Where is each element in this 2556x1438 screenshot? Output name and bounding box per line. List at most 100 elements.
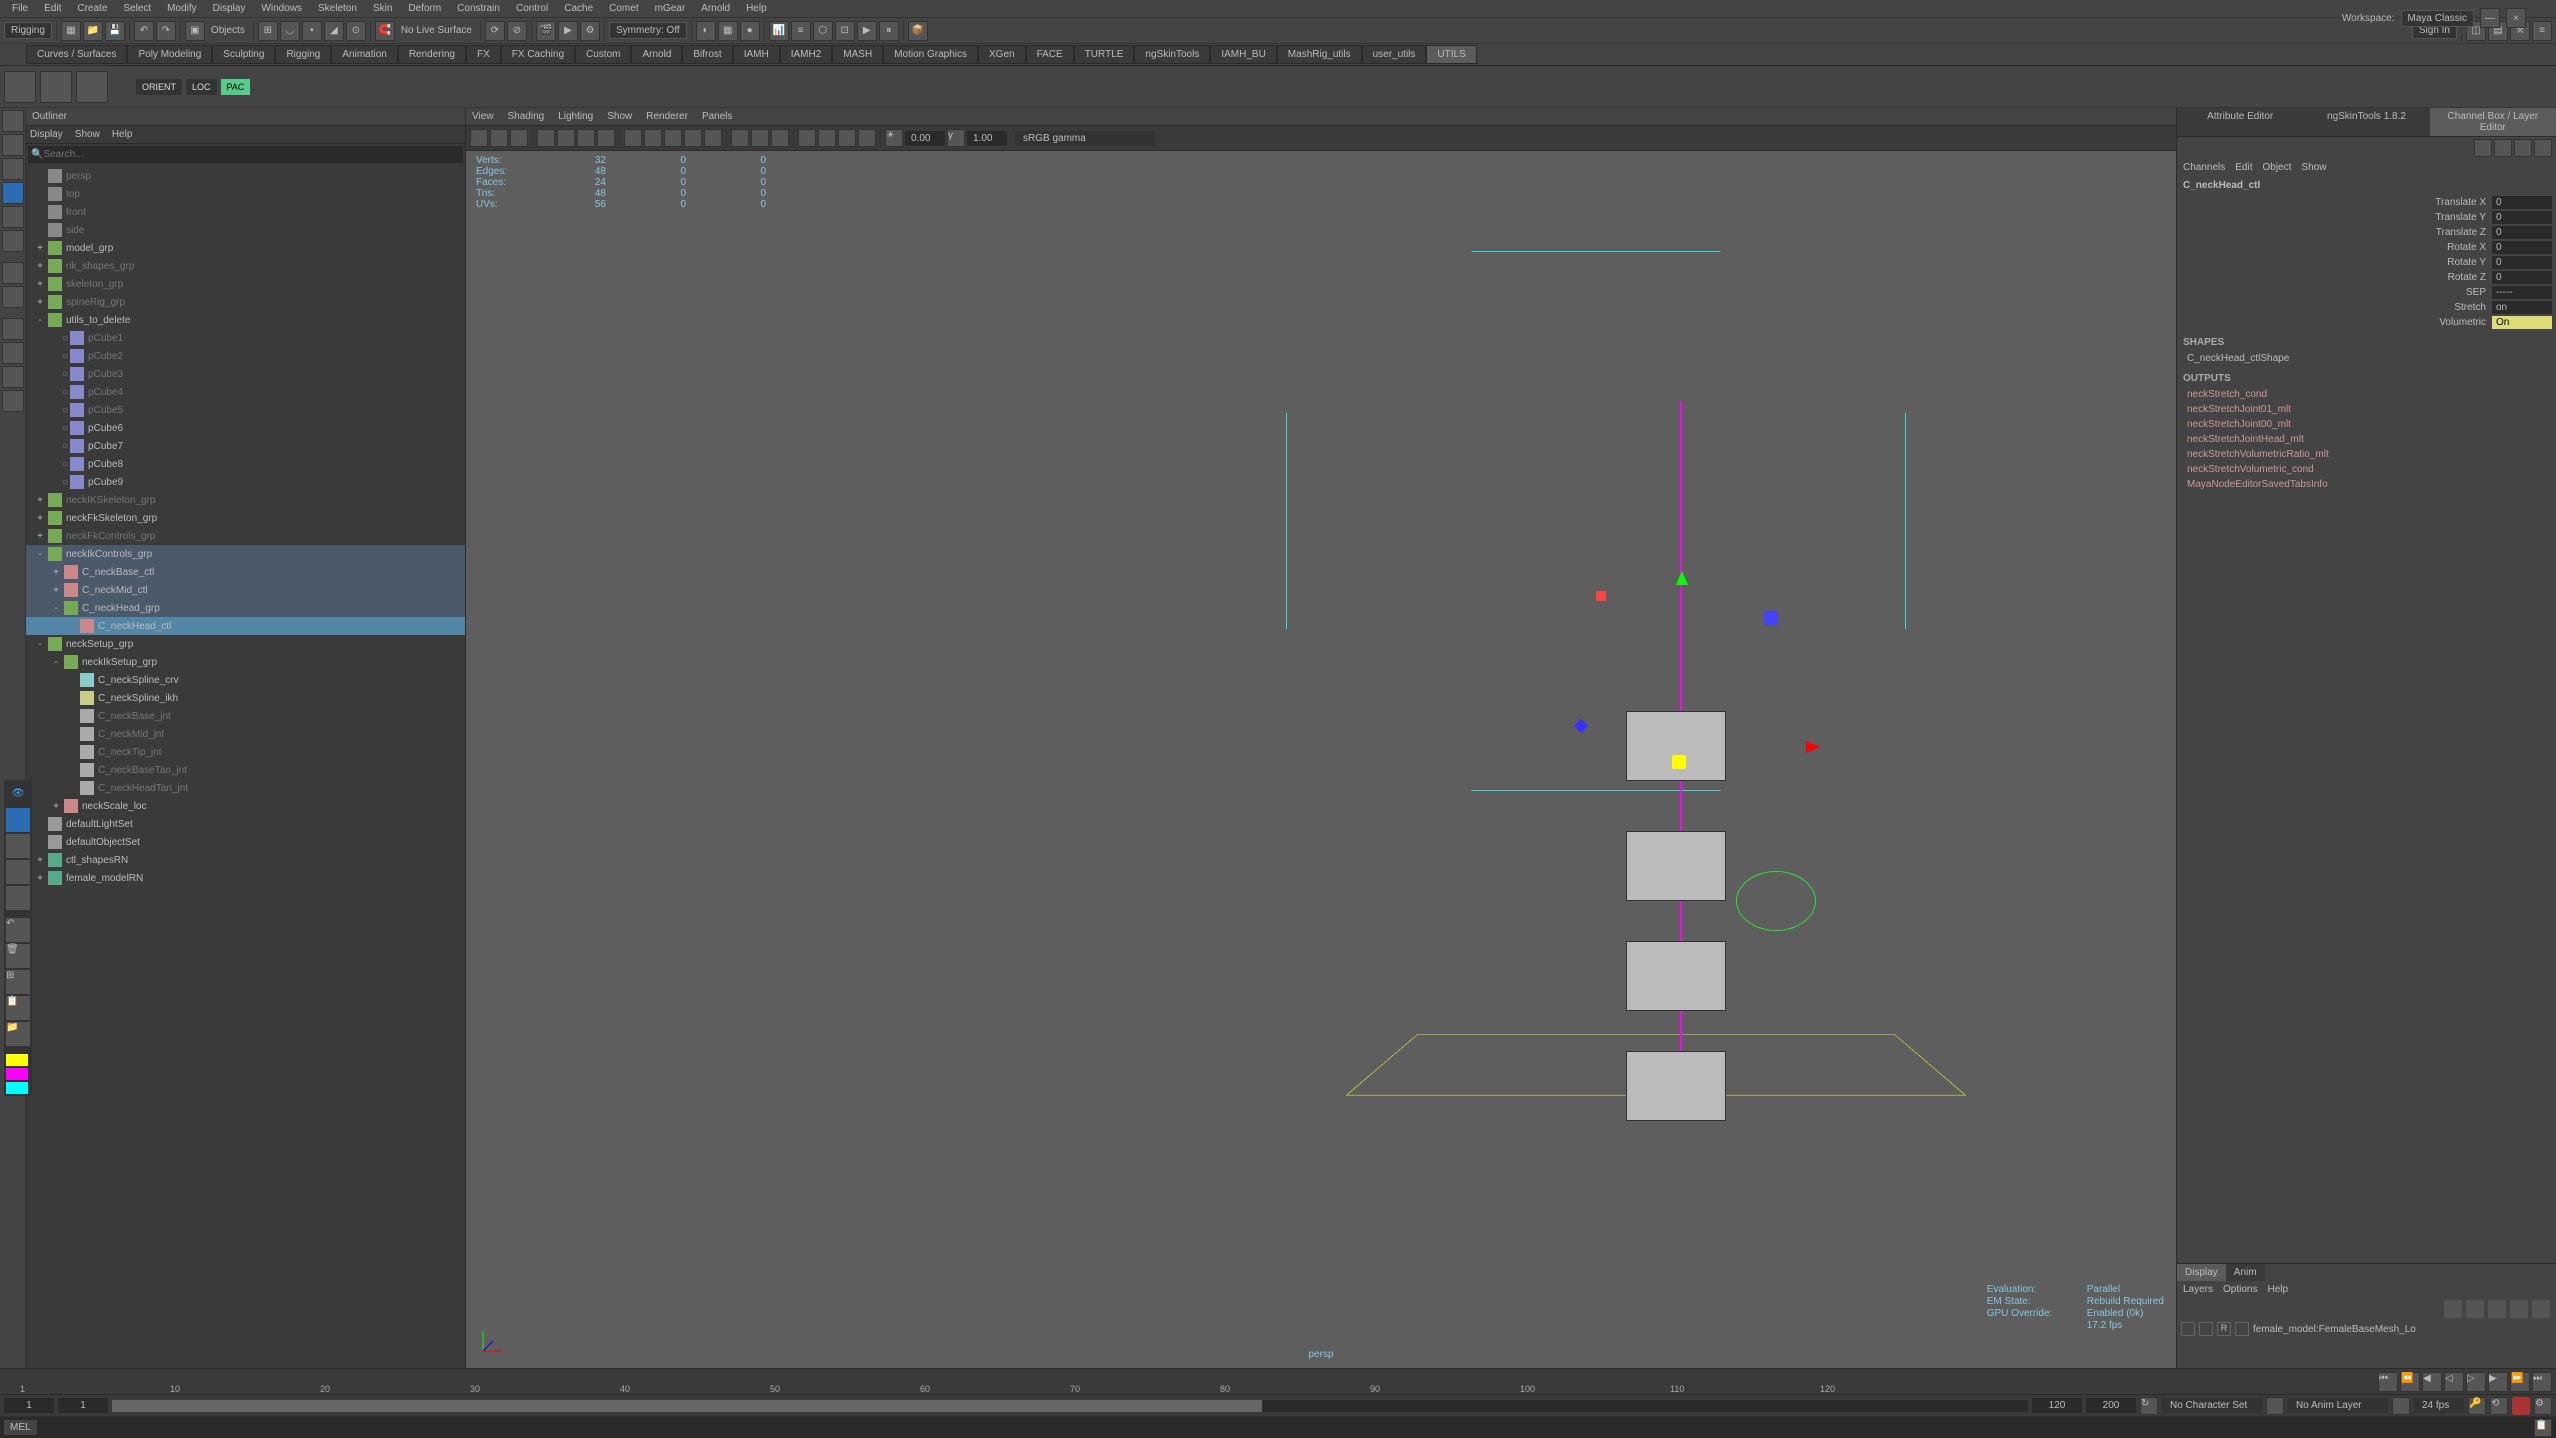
tab-ngskintools[interactable]: ngSkinTools 1.8.2 [2303,108,2429,136]
menu-windows[interactable]: Windows [253,1,310,16]
outliner-item[interactable]: ○pCube4 [26,383,465,401]
dope-icon[interactable]: ≡ [791,21,811,41]
channel-row[interactable]: Rotate Z0 [2177,270,2556,285]
trash-icon[interactable]: 🗑 [6,944,30,968]
channel-icon[interactable] [2474,139,2492,157]
workspace-dropdown[interactable]: Maya Classic [2401,10,2474,27]
menu-skin[interactable]: Skin [365,1,400,16]
outliner-menu-help[interactable]: Help [112,129,133,140]
layers-menu-help[interactable]: Help [2267,1284,2288,1295]
expand-toggle-icon[interactable]: + [34,513,46,524]
mode-dropdown[interactable]: Rigging [4,22,52,39]
shelf-tab[interactable]: FACE [1026,45,1074,64]
outliner-item[interactable]: C_neckBaseTan_jnt [26,761,465,779]
menu-display[interactable]: Display [205,1,254,16]
channel-value-field[interactable]: 0 [2492,226,2552,239]
go-end-icon[interactable]: ⏭ [2532,1372,2552,1392]
view-hyper-icon[interactable] [2,390,24,412]
menu-skeleton[interactable]: Skeleton [310,1,365,16]
outliner-item[interactable]: C_neckSpline_crv [26,671,465,689]
snap-curve-icon[interactable]: ◡ [280,21,300,41]
fps-dropdown[interactable]: 24 fps [2414,1398,2464,1413]
channel-value-field[interactable]: 0 [2492,196,2552,209]
layer-new-icon[interactable] [2488,1300,2506,1318]
menu-mgear[interactable]: mGear [647,1,694,16]
channel-row[interactable]: Rotate X0 [2177,240,2556,255]
expand-toggle-icon[interactable]: + [34,855,46,866]
shelf-tab[interactable]: Curves / Surfaces [26,45,127,64]
output-node[interactable]: neckStretchVolumetric_cond [2177,462,2556,477]
shelf-tab[interactable]: Bifrost [682,45,732,64]
view-four-icon[interactable] [2,342,24,364]
expand-toggle-icon[interactable]: - [34,315,46,326]
lasso-tool-icon[interactable] [2,134,24,156]
graph-icon[interactable]: 📊 [769,21,789,41]
toggle-channel-icon[interactable]: ≡ [2532,21,2552,41]
vp-gate-icon[interactable] [577,129,595,147]
outliner-item[interactable]: ○pCube2 [26,347,465,365]
layers-tab-display[interactable]: Display [2177,1264,2226,1281]
outliner-item[interactable]: +C_neckBase_ctl [26,563,465,581]
tab-channelbox[interactable]: Channel Box / Layer Editor [2430,108,2556,136]
outliner-item[interactable]: C_neckHead_ctl [26,617,465,635]
outliner-item[interactable]: ○pCube8 [26,455,465,473]
expand-toggle-icon[interactable]: - [50,657,62,668]
channel-value-field[interactable]: 0 [2492,211,2552,224]
layer-row[interactable]: R female_model:FemaleBaseMesh_Lo [2177,1320,2556,1338]
shelf-button[interactable] [76,71,108,103]
outliner-item[interactable]: -neckSetup_grp [26,635,465,653]
layer-playback-toggle[interactable] [2199,1322,2213,1336]
outliner-item[interactable]: C_neckHeadTan_jnt [26,779,465,797]
pencil-icon[interactable] [6,834,30,858]
menu-modify[interactable]: Modify [159,1,204,16]
view-menu-show[interactable]: Show [607,111,632,122]
history-off-icon[interactable]: ⊘ [507,21,527,41]
expand-toggle-icon[interactable]: + [34,495,46,506]
outliner-item[interactable]: +ctl_shapesRN [26,851,465,869]
last-tool-icon[interactable] [2,262,24,284]
view-menu-shading[interactable]: Shading [508,111,545,122]
vp-dof-icon[interactable] [858,129,876,147]
shelf-button[interactable] [4,71,36,103]
render-icon[interactable]: 🎬 [536,21,556,41]
outliner-item[interactable]: ○pCube6 [26,419,465,437]
expand-toggle-icon[interactable]: + [34,279,46,290]
cursor-icon[interactable] [6,808,30,832]
visibility-icon[interactable]: ○ [62,351,68,362]
cube-mesh[interactable] [1626,711,1726,781]
outliner-item[interactable]: +neckFkSkeleton_grp [26,509,465,527]
range-max-field[interactable]: 200 [2086,1398,2136,1413]
outliner-item[interactable]: C_neckTip_jnt [26,743,465,761]
shelf-tab[interactable]: XGen [978,45,1026,64]
output-node[interactable]: neckStretchJointHead_mlt [2177,432,2556,447]
folder-icon[interactable]: 📁 [6,1022,30,1046]
visibility-icon[interactable]: ○ [62,423,68,434]
mel-label[interactable]: MEL [4,1420,37,1435]
visibility-icon[interactable]: ○ [62,369,68,380]
layer-vis-toggle[interactable] [2181,1322,2195,1336]
outliner-item[interactable]: -neckIkControls_grp [26,545,465,563]
expand-toggle-icon[interactable]: + [34,873,46,884]
vp-shaded-icon[interactable] [644,129,662,147]
outliner-item[interactable]: side [26,221,465,239]
manipulator-y-axis-icon[interactable] [1676,571,1688,585]
channel-value-field[interactable]: 0 [2492,271,2552,284]
vp-motion-icon[interactable] [818,129,836,147]
channelbox-menu-channels[interactable]: Channels [2183,162,2225,173]
shelf-tab[interactable]: Sculpting [212,45,275,64]
output-node[interactable]: neckStretchJoint00_mlt [2177,417,2556,432]
menu-comet[interactable]: Comet [601,1,646,16]
step-fwd-icon[interactable]: ▶ [2488,1372,2508,1392]
shelf-tab[interactable]: MashRig_utils [1277,45,1362,64]
shelf-tab[interactable]: Animation [331,45,397,64]
expand-toggle-icon[interactable]: + [50,801,62,812]
outliner-tree[interactable]: persptopfrontside+model_grp+rik_shapes_g… [26,165,465,1368]
channel-value-field[interactable]: ----- [2492,286,2552,299]
step-fwd-key-icon[interactable]: ⏩ [2510,1372,2530,1392]
symmetry-dropdown[interactable]: Symmetry: Off [609,22,687,39]
outliner-item[interactable]: +model_grp [26,239,465,257]
grid-float-icon[interactable]: ⊞ [6,970,30,994]
tab-attribute-editor[interactable]: Attribute Editor [2177,108,2303,136]
color-cyan-swatch[interactable] [6,1082,28,1094]
outliner-item[interactable]: C_neckMid_jnt [26,725,465,743]
